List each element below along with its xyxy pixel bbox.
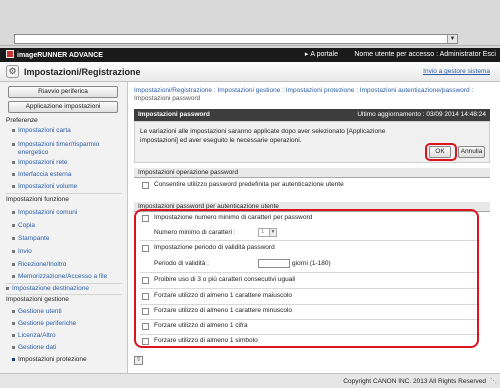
sidebar-divider — [6, 294, 122, 295]
sidebar-item-volume[interactable]: Impostazioni volume — [12, 183, 124, 191]
sidebar-item-receive[interactable]: Ricezione/Inoltro — [12, 261, 124, 269]
breadcrumb-current: Impostazioni password — [134, 95, 201, 102]
apply-settings-button[interactable]: Applicazione impostazioni — [8, 101, 118, 113]
notice-text: Le variazioni alle impostazioni saranno … — [140, 128, 386, 144]
section-operation-header: Impostazioni operazione password — [134, 168, 490, 178]
brand-label: imageRUNNER ADVANCE — [17, 52, 103, 59]
page-title-bar: ⚙ Impostazioni/Registrazione Invio a ges… — [0, 62, 500, 82]
sidebar-item-devices[interactable]: Gestione periferiche — [12, 320, 124, 328]
sidebar-item-data[interactable]: Gestione dati — [12, 344, 124, 352]
page-title: Impostazioni/Registrazione — [24, 67, 141, 77]
sidebar-section-functions: Impostazioni funzione — [6, 196, 69, 203]
sidebar-item-license[interactable]: Licenza/Altro — [12, 332, 124, 340]
browser-toolbar: ▼ — [0, 0, 500, 46]
sidebar-item-send[interactable]: Invio — [12, 248, 124, 256]
sidebar-item-common[interactable]: Impostazioni comuni — [12, 209, 124, 217]
auth-settings-highlight — [134, 209, 479, 348]
ok-button[interactable]: OK — [429, 146, 451, 158]
breadcrumb-links[interactable]: Impostazioni/Registrazione : Impostazion… — [134, 87, 473, 94]
last-update: Ultimo aggiornamento : 03/09 2014 14:48:… — [357, 111, 486, 118]
address-bar[interactable]: ▼ — [14, 34, 458, 44]
copyright: Copyright CANON INC. 2013 All Rights Res… — [343, 378, 486, 385]
scroll-top-icon[interactable]: ⇧ — [134, 356, 143, 365]
sidebar: Riavvio periferica Applicazione impostaz… — [0, 82, 128, 373]
sidebar-item-network[interactable]: Impostazioni rete — [12, 159, 124, 167]
cancel-button[interactable]: Annulla — [458, 146, 485, 158]
canon-logo-icon — [6, 50, 14, 58]
panel-title: Impostazioni password — [138, 111, 210, 118]
sidebar-section-preferences: Preferenze — [6, 117, 38, 124]
breadcrumb: Impostazioni/Registrazione : Impostazion… — [134, 87, 490, 103]
send-to-manager-link[interactable]: Invio a gestore sistema — [423, 68, 490, 75]
user-info[interactable]: Nome utente per accesso : Administrator … — [354, 50, 496, 60]
notice-box: Le variazioni alle impostazioni saranno … — [134, 121, 490, 163]
sidebar-divider — [6, 193, 122, 194]
footer: Copyright CANON INC. 2013 All Rights Res… — [0, 373, 500, 388]
panel-header: Impostazioni password Ultimo aggiornamen… — [134, 109, 490, 121]
sidebar-divider — [6, 283, 122, 284]
default-password-checkbox[interactable] — [142, 182, 149, 189]
default-password-label: Consentire utilizzo password predefinita… — [154, 181, 344, 188]
brand: imageRUNNER ADVANCE — [6, 50, 103, 61]
resize-grip-icon[interactable]: ⋱ — [490, 378, 498, 386]
sidebar-item-destination[interactable]: Impostazione destinazione — [6, 285, 118, 293]
sidebar-item-timer[interactable]: Impostazioni timer/risparmio energetico — [12, 141, 124, 157]
settings-icon: ⚙ — [6, 65, 19, 78]
app-header: imageRUNNER ADVANCE A portale Nome utent… — [0, 48, 500, 62]
portal-link[interactable]: A portale — [305, 50, 338, 60]
sidebar-item-storage[interactable]: Memorizzazione/Accesso a file — [12, 273, 124, 281]
address-dropdown-icon[interactable]: ▼ — [447, 35, 457, 43]
sidebar-item-security[interactable]: Impostazioni protezione — [12, 356, 124, 364]
reset-device-button[interactable]: Riavvio periferica — [8, 86, 118, 98]
sidebar-item-printer[interactable]: Stampante — [12, 235, 124, 243]
sidebar-section-management: Impostazioni gestione — [6, 296, 69, 303]
sidebar-item-interface[interactable]: Interfaccia esterna — [12, 171, 124, 179]
sidebar-item-paper[interactable]: Impostazioni carta — [12, 127, 124, 135]
sidebar-item-copy[interactable]: Copia — [12, 222, 124, 230]
sidebar-item-users[interactable]: Gestione utenti — [12, 308, 124, 316]
